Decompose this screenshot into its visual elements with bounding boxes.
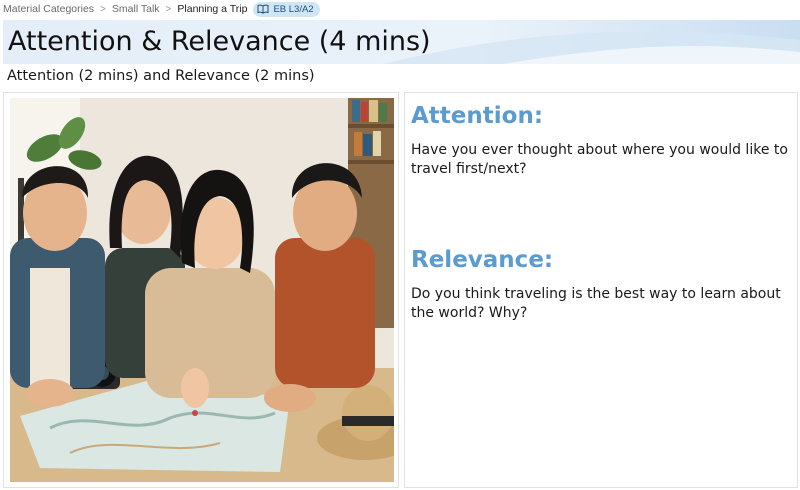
breadcrumb-item-planning-a-trip: Planning a Trip [177, 3, 248, 15]
image-panel [3, 92, 399, 488]
breadcrumb-item-small-talk[interactable]: Small Talk [112, 3, 160, 15]
relevance-question: Do you think traveling is the best way t… [411, 286, 781, 321]
photo-illustration [10, 98, 394, 482]
book-icon [257, 4, 269, 14]
breadcrumb: Material Categories > Small Talk > Plann… [0, 0, 800, 18]
discussion-panel: Attention: Have you ever thought about w… [404, 92, 798, 488]
attention-heading: Attention: [411, 103, 544, 129]
slide-title-band: Attention & Relevance (4 mins) [3, 20, 800, 64]
level-badge-label: EB L3/A2 [273, 3, 314, 15]
breadcrumb-item-material-categories[interactable]: Material Categories [3, 3, 94, 15]
attention-question: Have you ever thought about where you wo… [411, 142, 788, 177]
breadcrumb-separator: > [100, 3, 106, 15]
slide-title: Attention & Relevance (4 mins) [8, 26, 431, 57]
breadcrumb-separator: > [165, 3, 172, 15]
slide-subtitle: Attention (2 mins) and Relevance (2 mins… [7, 68, 315, 84]
relevance-heading: Relevance: [411, 247, 554, 273]
lesson-slide-page: Material Categories > Small Talk > Plann… [0, 0, 800, 490]
level-badge: EB L3/A2 [253, 1, 320, 17]
photo-friends-planning-trip-icon [10, 98, 394, 482]
